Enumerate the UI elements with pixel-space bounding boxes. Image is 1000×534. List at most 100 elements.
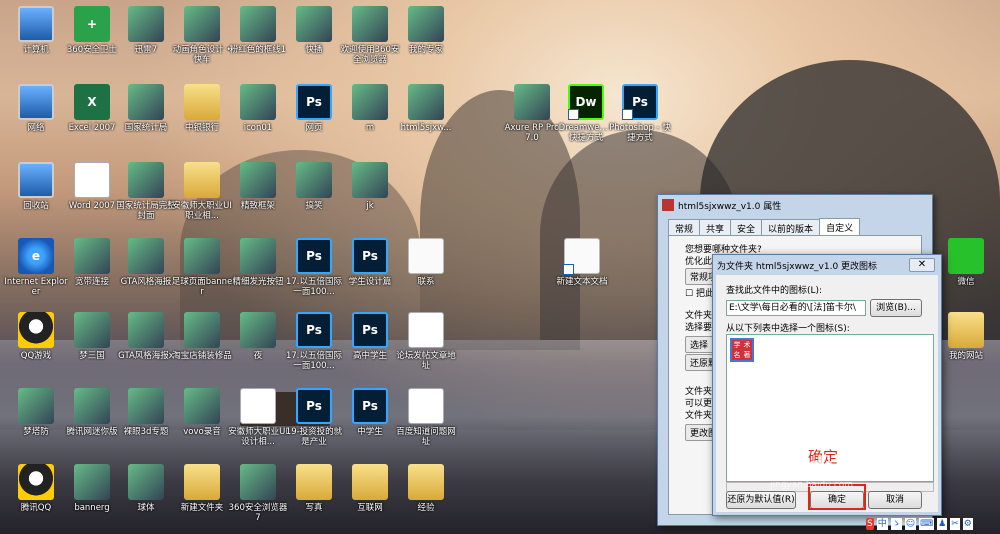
desktop-icon[interactable]: 网络 bbox=[4, 82, 68, 156]
desktop-icon[interactable]: 联系 bbox=[394, 236, 458, 310]
apply-subfolders-checkbox[interactable]: ☐ 把此 bbox=[685, 286, 714, 299]
desktop-icon-label: 经验 bbox=[417, 503, 435, 513]
sogou-icon[interactable]: S bbox=[866, 518, 874, 530]
desktop-icon[interactable]: icon01 bbox=[226, 82, 290, 156]
desktop-icon[interactable]: QQ游戏 bbox=[4, 310, 68, 384]
icon-file-path-input[interactable]: E:\文学\每日必看的\[法]笛卡尔\ bbox=[726, 300, 866, 316]
recycle-bin-icon bbox=[18, 162, 54, 198]
desktop-icon[interactable]: 欢迎使用360安全浏览器 bbox=[338, 4, 402, 78]
desktop-icon-label: 新建文本文档 bbox=[556, 277, 608, 287]
desktop-icon[interactable]: 腾讯QQ bbox=[4, 462, 68, 534]
desktop-icon[interactable]: 国家统计局 bbox=[114, 82, 178, 156]
desktop-icon[interactable]: jk bbox=[338, 160, 402, 234]
desktop-icon[interactable]: 写真 bbox=[282, 462, 346, 534]
desktop-icon[interactable]: Ps 19-投资投的就是产业 bbox=[282, 386, 346, 460]
desktop-icon[interactable]: W 论坛发帖文章地址 bbox=[394, 310, 458, 384]
desktop-icon[interactable]: 快播 bbox=[282, 4, 346, 78]
change-icon-titlebar[interactable]: 为文件夹 html5sjxwwz_v1.0 更改图标 bbox=[713, 255, 941, 275]
close-button[interactable]: ✕ bbox=[909, 258, 935, 272]
desktop-icon-label: 微信 bbox=[957, 277, 975, 287]
desktop-icon[interactable]: 搞笑 bbox=[282, 160, 346, 234]
desktop-icon-label: 腾讯QQ bbox=[20, 503, 52, 513]
desktop-icon[interactable]: 国家统计局完整封面 bbox=[114, 160, 178, 234]
tools-icon[interactable]: ✂ bbox=[950, 518, 960, 530]
desktop-icon[interactable]: 安徽师大职业UI职业相... bbox=[170, 160, 234, 234]
desktop-icon[interactable]: m bbox=[338, 82, 402, 156]
desktop-icon-label: 中银银行 bbox=[184, 123, 219, 133]
desktop-icon-label: 19-投资投的就是产业 bbox=[285, 427, 343, 447]
desktop-icon[interactable]: 中银银行 bbox=[170, 82, 234, 156]
desktop-icon[interactable]: 我的网站 bbox=[934, 310, 998, 384]
desktop-icon[interactable]: GTA风格海报x bbox=[114, 310, 178, 384]
tab-customize[interactable]: 自定义 bbox=[819, 218, 861, 236]
desktop-icon[interactable]: 粉红色的框线1 bbox=[226, 4, 290, 78]
word-icon: W bbox=[408, 312, 444, 348]
desktop-icon[interactable]: vovo录音 bbox=[170, 386, 234, 460]
file-icon-text: 文件夹 bbox=[685, 411, 713, 421]
settings-icon[interactable]: ⚙ bbox=[962, 518, 973, 530]
desktop-icon[interactable]: 新建文本文档 bbox=[550, 236, 614, 310]
desktop-icon[interactable]: 动画角色设计 • 快车 bbox=[170, 4, 234, 78]
desktop-icon-label: 写真 bbox=[305, 503, 323, 513]
desktop-icon[interactable]: 360安全浏览器7 bbox=[226, 462, 290, 534]
excel-icon: X bbox=[74, 84, 110, 120]
desktop-icon[interactable]: 经验 bbox=[394, 462, 458, 534]
desktop-icon-label: 安徽师大职业UI设计相... bbox=[228, 427, 288, 447]
folder-icon bbox=[948, 312, 984, 348]
image-icon bbox=[128, 312, 164, 348]
properties-titlebar[interactable]: html5sjxwwz_v1.0 属性 bbox=[658, 195, 932, 215]
browse-button[interactable]: 浏览(B)... bbox=[870, 299, 922, 317]
desktop-icon-label: 我的专家 bbox=[408, 45, 443, 55]
desktop-icon[interactable]: 回收站 bbox=[4, 160, 68, 234]
desktop-icon[interactable]: Ps 网页 bbox=[282, 82, 346, 156]
desktop-icon[interactable]: Ps 学生设计篇 bbox=[338, 236, 402, 310]
desktop-icon-label: 17.以五倍国际一面100... bbox=[285, 351, 343, 371]
punctuation-icon[interactable]: ゝ bbox=[890, 518, 902, 530]
desktop-icon-label: Internet Explorer bbox=[4, 277, 68, 297]
desktop-icon[interactable]: Ps 17.以五倍国际一面100... bbox=[282, 310, 346, 384]
photoshop-icon: Ps bbox=[296, 388, 332, 424]
desktop-icon[interactable]: 计算机 bbox=[4, 4, 68, 78]
photoshop-icon: Ps bbox=[296, 238, 332, 274]
desktop-icon[interactable]: 我的专家 bbox=[394, 4, 458, 78]
desktop-icon[interactable]: W 百度知道问题网址 bbox=[394, 386, 458, 460]
image-icon bbox=[240, 84, 276, 120]
desktop-icon[interactable]: GTA风格海报 bbox=[114, 236, 178, 310]
desktop-icon[interactable]: 互联网 bbox=[338, 462, 402, 534]
desktop-icon[interactable]: 淘宝店铺装修品 bbox=[170, 310, 234, 384]
desktop-icon[interactable]: 微信 bbox=[934, 236, 998, 310]
desktop-icon-label: 我的网站 bbox=[948, 351, 983, 361]
desktop-icon[interactable]: 新建文件夹 bbox=[170, 462, 234, 534]
desktop-icon[interactable]: Ps 中学生 bbox=[338, 386, 402, 460]
input-mode-icon[interactable]: 中 bbox=[876, 518, 888, 530]
word-icon: W bbox=[408, 388, 444, 424]
desktop-icon[interactable]: 裸眼3d专题 bbox=[114, 386, 178, 460]
desktop-icon-label: 联系 bbox=[417, 277, 435, 287]
desktop-icon[interactable]: 足球页面banner bbox=[170, 236, 234, 310]
desktop-icon-label: Photoshop - 快捷方式 bbox=[609, 123, 671, 143]
cancel-button[interactable]: 取消 bbox=[868, 491, 922, 509]
restore-defaults-button[interactable]: 还原为默认值(R) bbox=[726, 491, 796, 509]
desktop-icon[interactable]: 精致框架 bbox=[226, 160, 290, 234]
emoji-icon[interactable]: ☺ bbox=[904, 518, 917, 530]
keyboard-icon[interactable]: ⌨ bbox=[919, 518, 935, 530]
desktop-icon-label: 安徽师大职业UI职业相... bbox=[172, 201, 232, 221]
skin-icon[interactable]: ♟ bbox=[937, 518, 948, 530]
desktop-icon[interactable]: Ps 17.以五倍国际一面100... bbox=[282, 236, 346, 310]
desktop-icon[interactable]: html5sjxw... bbox=[394, 82, 458, 156]
selected-seal-icon[interactable]: 学 术 名 著 bbox=[730, 338, 754, 362]
desktop-icon[interactable]: Ps 高中学生 bbox=[338, 310, 402, 384]
baidu-watermark-url: jingyan.baidu.com bbox=[770, 480, 854, 490]
desktop-icon-label: 论坛发帖文章地址 bbox=[396, 351, 456, 371]
desktop-icon[interactable]: W 安徽师大职业UI设计相... bbox=[226, 386, 290, 460]
desktop-icon[interactable]: 梦塔防 bbox=[4, 386, 68, 460]
desktop-icon[interactable]: 精细发光按钮 bbox=[226, 236, 290, 310]
image-icon bbox=[184, 238, 220, 274]
desktop-icon[interactable]: 夜 bbox=[226, 310, 290, 384]
desktop-icon[interactable]: 迅雷7 bbox=[114, 4, 178, 78]
desktop-icon[interactable]: 球体 bbox=[114, 462, 178, 534]
desktop-icon[interactable]: e Internet Explorer bbox=[4, 236, 68, 310]
text-document-icon bbox=[563, 238, 600, 275]
desktop-icon[interactable]: Ps Photoshop - 快捷方式 bbox=[608, 82, 672, 156]
image-icon bbox=[240, 312, 276, 348]
